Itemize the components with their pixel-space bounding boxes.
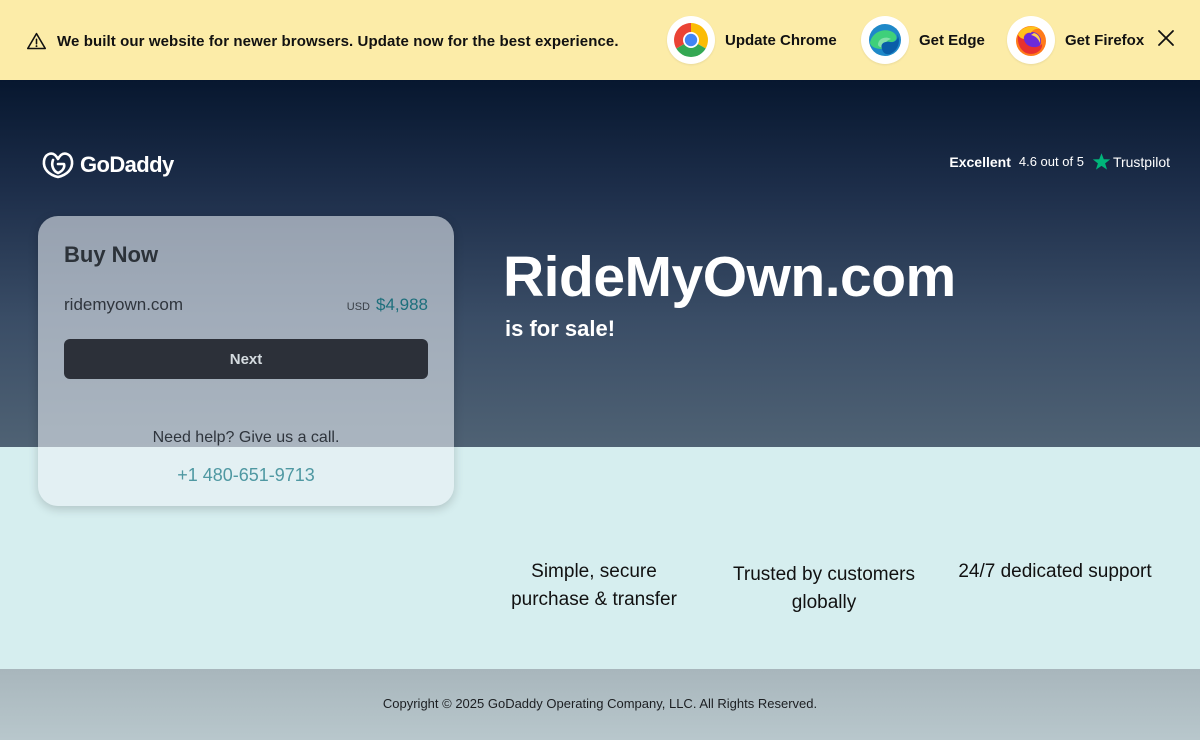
rating-score: 4.6 out of 5 bbox=[1018, 154, 1084, 169]
edge-icon bbox=[861, 16, 909, 64]
browser-update-banner: We built our website for newer browsers.… bbox=[0, 0, 1200, 80]
feature-line: purchase & transfer bbox=[511, 589, 677, 610]
banner-message: We built our website for newer browsers.… bbox=[26, 30, 619, 52]
help-text: Need help? Give us a call. bbox=[152, 429, 340, 446]
chrome-icon bbox=[667, 16, 715, 64]
footer: Copyright © 2025 GoDaddy Operating Compa… bbox=[0, 669, 1200, 740]
next-button[interactable]: Next bbox=[64, 339, 428, 379]
feature-line: Simple, secure bbox=[531, 561, 657, 582]
logo-wordmark: GoDaddy bbox=[80, 152, 174, 177]
update-chrome-link[interactable]: Update Chrome bbox=[667, 16, 837, 64]
for-sale-subtitle: is for sale! bbox=[505, 316, 616, 341]
feature-line: globally bbox=[791, 592, 857, 613]
rating-label: Excellent bbox=[949, 153, 1011, 170]
domain-price: USD $4,988 bbox=[347, 295, 428, 315]
get-edge-label: Get Edge bbox=[919, 31, 985, 49]
get-edge-link[interactable]: Get Edge bbox=[861, 16, 985, 64]
trustpilot-rating[interactable]: Excellent 4.6 out of 5 Trustpilot bbox=[949, 152, 1170, 171]
firefox-icon bbox=[1007, 16, 1055, 64]
godaddy-logo-icon bbox=[42, 152, 74, 179]
feature-secure-purchase: Simple, secure purchase & transfer bbox=[500, 558, 688, 614]
banner-message-text: We built our website for newer browsers.… bbox=[57, 32, 619, 50]
card-domain-name: ridemyown.com bbox=[64, 295, 184, 314]
buy-now-card: Buy Now ridemyown.com USD $4,988 Next Ne… bbox=[38, 216, 454, 506]
feature-line: Trusted by customers bbox=[733, 564, 915, 585]
trustpilot-star-icon bbox=[1092, 153, 1111, 170]
feature-support: 24/7 dedicated support bbox=[944, 558, 1166, 586]
warning-icon bbox=[26, 32, 47, 49]
domain-headline: RideMyOwn.com bbox=[503, 245, 956, 309]
trustpilot-brand: Trustpilot bbox=[1092, 152, 1170, 171]
feature-trusted: Trusted by customers globally bbox=[720, 561, 928, 617]
trustpilot-label: Trustpilot bbox=[1112, 153, 1170, 170]
card-title: Buy Now bbox=[64, 242, 159, 267]
feature-line: 24/7 dedicated support bbox=[958, 561, 1152, 582]
price-currency: USD bbox=[346, 301, 370, 313]
copyright-text: Copyright © 2025 GoDaddy Operating Compa… bbox=[382, 696, 818, 711]
close-icon[interactable] bbox=[1154, 26, 1178, 50]
phone-link[interactable]: +1 480-651-9713 bbox=[38, 465, 454, 486]
get-firefox-label: Get Firefox bbox=[1065, 31, 1145, 49]
update-chrome-label: Update Chrome bbox=[725, 31, 837, 49]
godaddy-logo[interactable]: GoDaddy bbox=[41, 150, 174, 180]
price-value: $4,988 bbox=[376, 295, 428, 314]
get-firefox-link[interactable]: Get Firefox bbox=[1007, 16, 1144, 64]
